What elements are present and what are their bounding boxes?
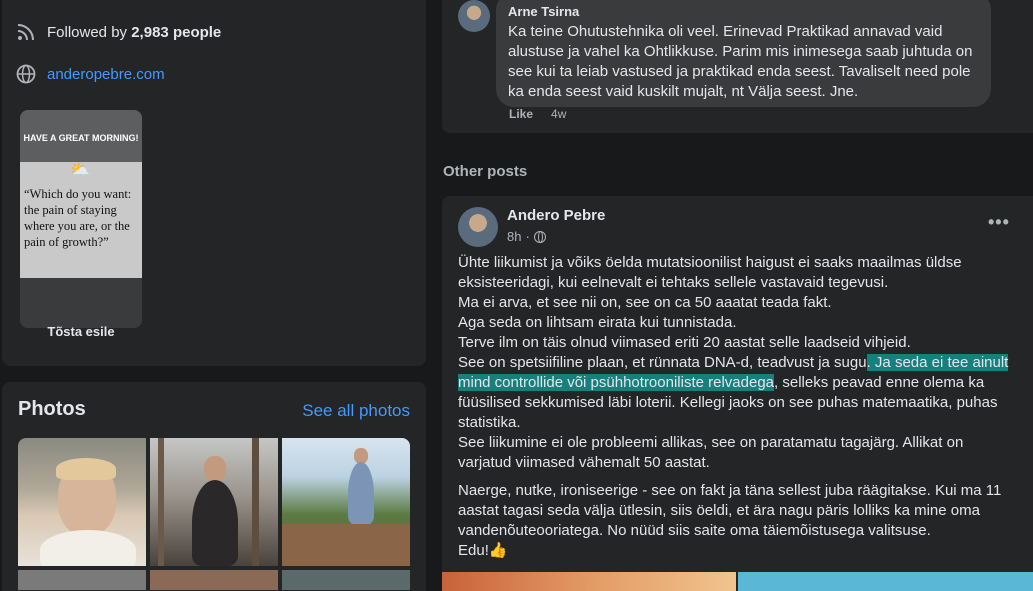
post-image[interactable] xyxy=(442,572,736,591)
photo-thumbnail[interactable] xyxy=(18,570,146,590)
photos-grid xyxy=(18,438,410,590)
post-line: Aga seda on lihtsam eirata kui tunnistad… xyxy=(458,314,737,331)
comment-like-button[interactable]: Like xyxy=(509,107,533,121)
photo-thumbnail[interactable] xyxy=(18,438,146,566)
post-image[interactable] xyxy=(738,572,1033,591)
comment-bubble: Arne Tsirna Ka teine Ohutustehnika oli v… xyxy=(496,0,991,107)
followers-row: Followed by 2,983 people xyxy=(16,22,221,42)
followers-count[interactable]: 2,983 xyxy=(131,24,169,41)
commenter-name[interactable]: Arne Tsirna xyxy=(508,4,979,20)
post-line: Terve ilm on täis olnud viimased eriti 2… xyxy=(458,334,911,351)
comment-text: Ka teine Ohutustehnika oli veel. Erineva… xyxy=(508,23,973,100)
photo-thumbnail[interactable] xyxy=(282,438,410,566)
photos-title: Photos xyxy=(18,398,86,420)
post-text: See on spetsiifiline plaan, et rünnata D… xyxy=(458,354,867,371)
post-meta: 8h · xyxy=(507,229,546,244)
post-author-avatar[interactable] xyxy=(458,207,498,247)
photo-thumbnail[interactable] xyxy=(282,570,410,590)
post-line: Ma ei arva, et see nii on, see on ca 50 … xyxy=(458,294,832,311)
story-quote: “Which do you want: the pain of staying … xyxy=(24,187,132,249)
post-paragraph: Edu!👍 xyxy=(458,542,508,559)
globe-icon xyxy=(16,64,36,84)
followers-suffix[interactable]: people xyxy=(173,24,221,41)
post-line: Ühte liikumist ja võiks öelda mutatsioon… xyxy=(458,254,962,291)
photos-card: Photos See all photos xyxy=(2,382,426,591)
post-author-name[interactable]: Andero Pebre xyxy=(507,207,605,224)
highlight-button[interactable]: Tõsta esile xyxy=(20,324,142,339)
other-posts-heading: Other posts xyxy=(443,163,528,180)
post-timestamp[interactable]: 8h xyxy=(507,229,521,244)
post-paragraph: Naerge, nutke, ironiseerige - see on fak… xyxy=(458,482,1002,539)
featured-story[interactable]: HAVE A GREAT MORNING! ⛅ “Which do you wa… xyxy=(20,110,142,328)
comment-actions: Like 4w xyxy=(509,107,566,121)
post-body: Ühte liikumist ja võiks öelda mutatsioon… xyxy=(458,253,1013,561)
photo-thumbnail[interactable] xyxy=(150,438,278,566)
more-horizontal-icon[interactable]: ••• xyxy=(988,212,1010,233)
globe-icon xyxy=(533,230,546,243)
sun-cloud-icon: ⛅ xyxy=(70,162,90,179)
website-link[interactable]: anderopebre.com xyxy=(47,66,165,83)
post-line: See on spetsiifiline plaan, et rünnata D… xyxy=(458,353,1013,433)
comment-timestamp[interactable]: 4w xyxy=(551,107,566,121)
rss-icon xyxy=(16,22,36,42)
followers-prefix: Followed by xyxy=(47,23,128,41)
website-row: anderopebre.com xyxy=(16,64,165,84)
story-footer xyxy=(20,278,142,328)
commenter-avatar[interactable] xyxy=(458,0,490,32)
post-line: See liikumine ei ole probleemi allikas, … xyxy=(458,434,964,471)
story-header: HAVE A GREAT MORNING! xyxy=(20,110,142,162)
see-all-photos-link[interactable]: See all photos xyxy=(302,401,410,421)
photo-thumbnail[interactable] xyxy=(150,570,278,590)
